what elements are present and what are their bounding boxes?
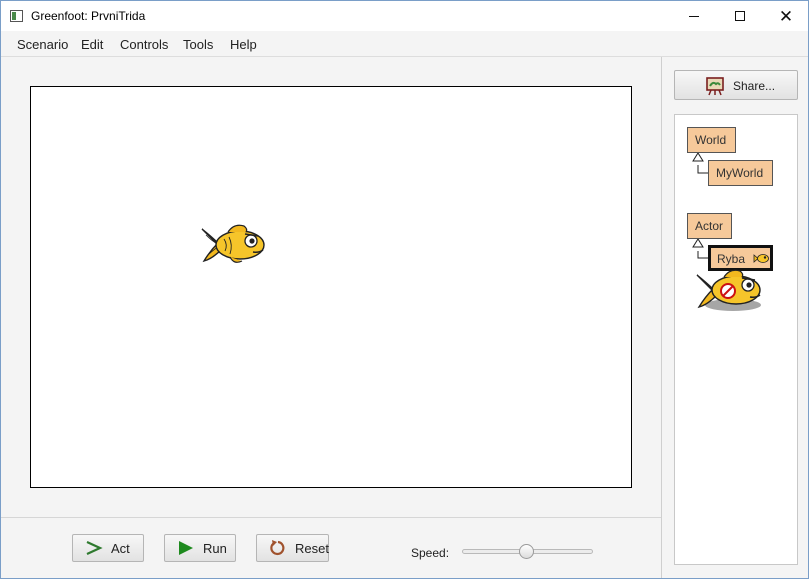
close-icon: ✕: [778, 6, 794, 26]
world-canvas[interactable]: [30, 86, 632, 488]
play-icon: [179, 541, 193, 555]
menu-controls[interactable]: Controls: [120, 37, 168, 52]
class-myworld[interactable]: MyWorld: [708, 160, 773, 186]
menu-tools[interactable]: Tools: [183, 37, 213, 52]
act-arrow-icon: [86, 541, 103, 555]
class-actor[interactable]: Actor: [687, 213, 732, 239]
class-ryba-label: Ryba: [717, 252, 746, 266]
share-label: Share...: [733, 79, 776, 93]
greenfoot-window: Greenfoot: PrvniTrida ✕ Scenario Edit Co…: [0, 0, 809, 579]
speed-label: Speed:: [411, 546, 450, 560]
class-actor-label: Actor: [695, 219, 724, 233]
minimize-button[interactable]: [671, 1, 717, 31]
sidebar: Share... World MyWorld Actor Ryba: [662, 57, 808, 578]
class-diagram-panel: World MyWorld Actor Ryba: [674, 114, 798, 565]
run-label: Run: [203, 541, 227, 556]
title-bar: Greenfoot: PrvniTrida ✕: [1, 1, 808, 31]
share-easel-icon: [706, 77, 724, 96]
menu-bar: Scenario Edit Controls Tools Help: [1, 31, 808, 57]
menu-help[interactable]: Help: [230, 37, 257, 52]
menu-edit[interactable]: Edit: [81, 37, 103, 52]
reset-button[interactable]: Reset: [256, 534, 329, 562]
act-button[interactable]: Act: [72, 534, 144, 562]
class-world-label: World: [695, 133, 727, 147]
execution-controls: Act Run Reset Speed:: [1, 518, 661, 578]
minimize-icon: [689, 15, 699, 17]
class-myworld-label: MyWorld: [716, 166, 764, 180]
class-world[interactable]: World: [687, 127, 736, 153]
greenfoot-app-icon: [10, 10, 23, 22]
menu-scenario[interactable]: Scenario: [17, 37, 68, 52]
world-area: [1, 57, 661, 517]
run-button[interactable]: Run: [164, 534, 236, 562]
reset-label: Reset: [295, 541, 329, 556]
ryba-class-icon: [753, 254, 769, 263]
maximize-icon: [735, 11, 745, 21]
window-title: Greenfoot: PrvniTrida: [31, 9, 146, 23]
fish-icon[interactable]: [198, 221, 270, 267]
maximize-button[interactable]: [717, 1, 763, 31]
close-button[interactable]: ✕: [763, 1, 808, 31]
act-label: Act: [111, 541, 130, 556]
share-button[interactable]: Share...: [674, 70, 798, 100]
reset-icon: [270, 540, 285, 556]
dragged-fish-icon: [696, 269, 761, 311]
speed-slider-thumb[interactable]: [519, 544, 534, 559]
